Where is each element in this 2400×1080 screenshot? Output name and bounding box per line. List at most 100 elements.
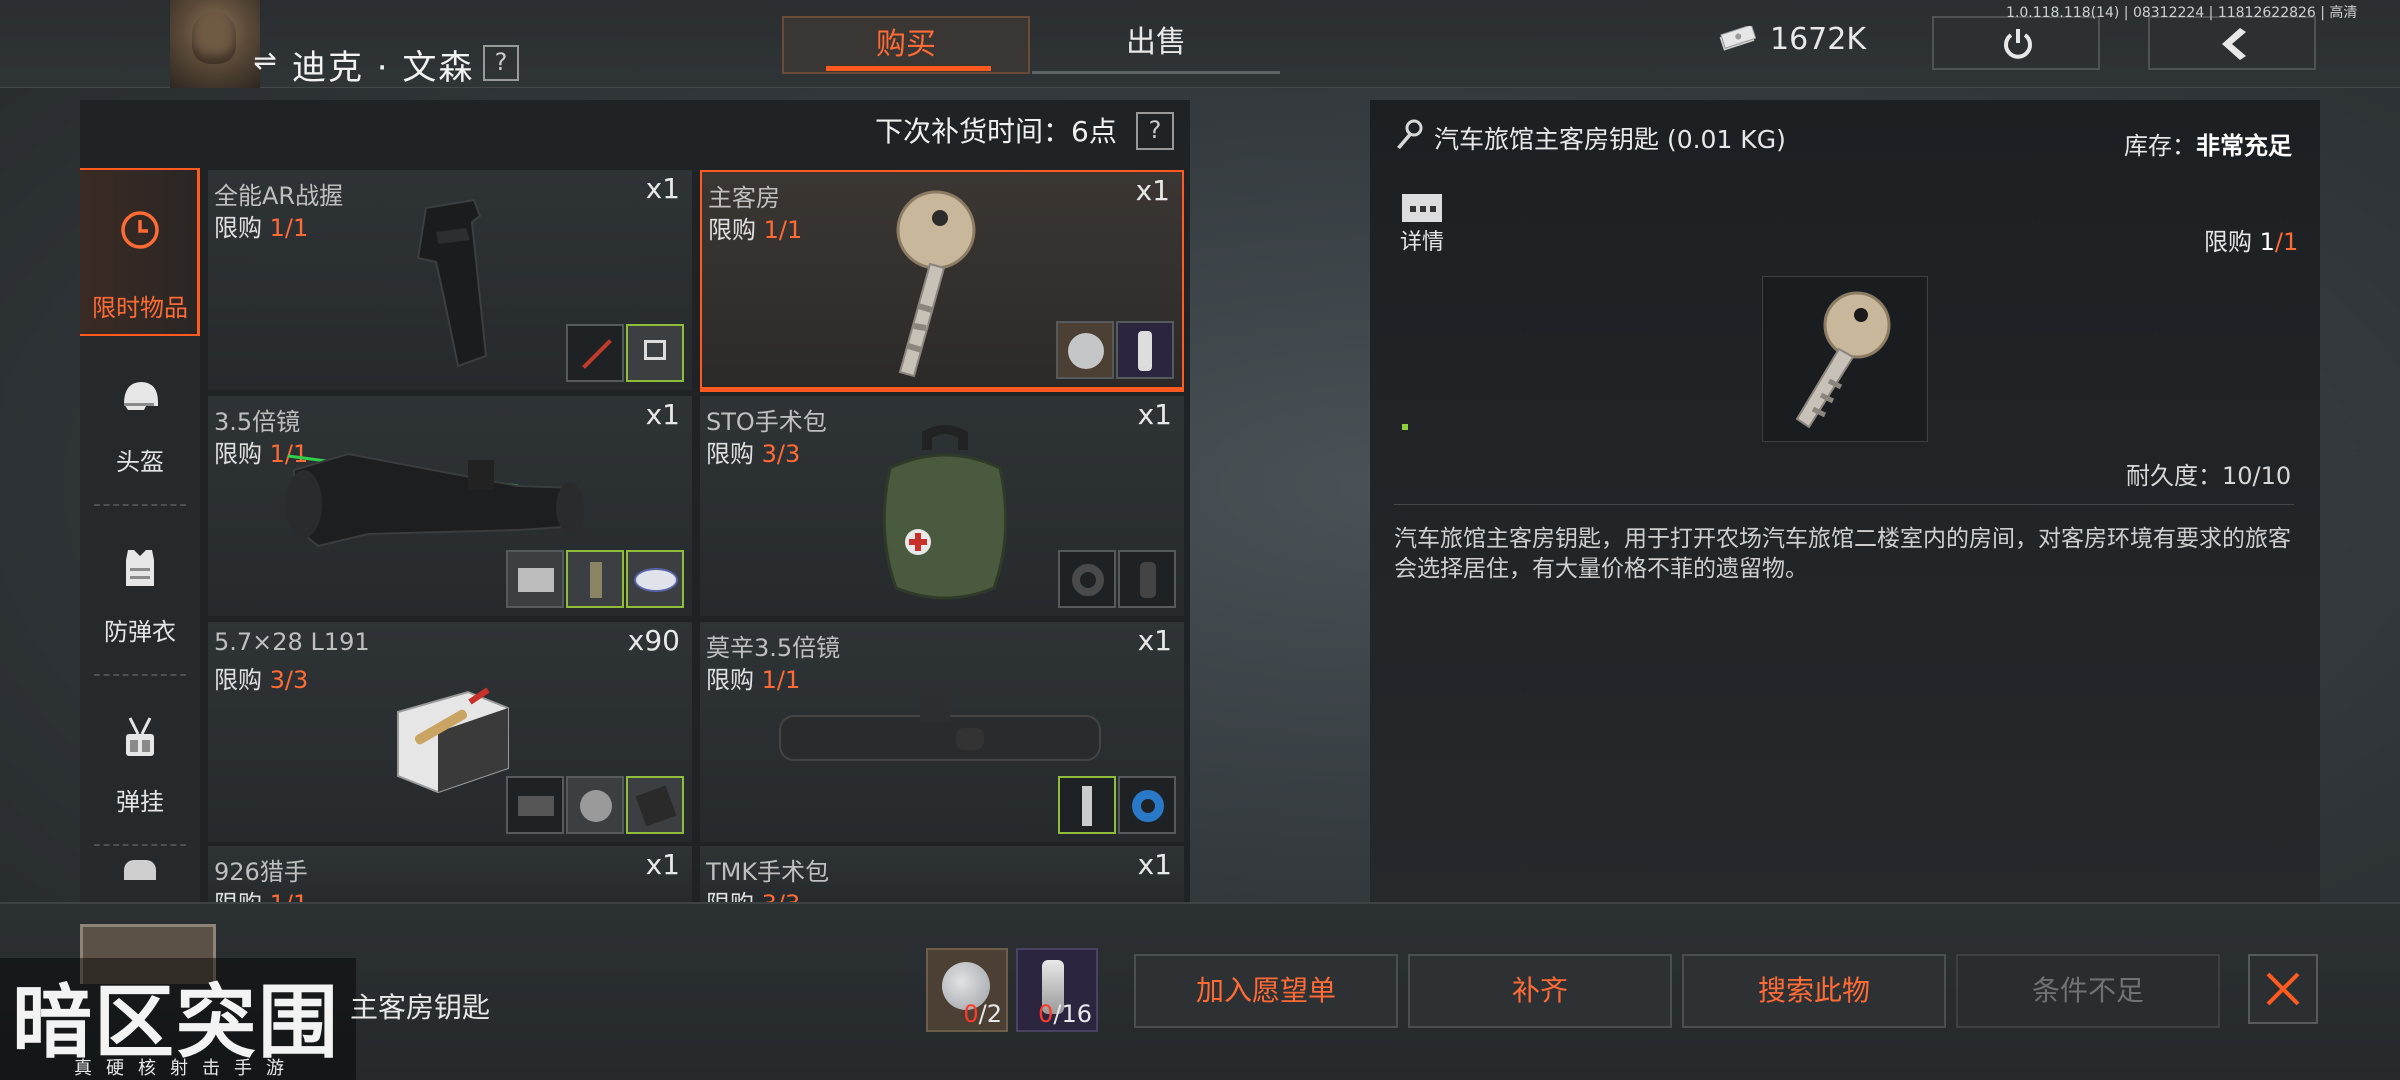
mosin-scope-icon [779,690,1101,761]
connector-part-icon[interactable] [626,324,684,382]
category-more[interactable] [80,848,200,902]
item-quantity: x1 [1137,398,1172,431]
money-value: 1672K [1770,22,1867,57]
category-label: 弹挂 [116,788,164,816]
shop-item-card[interactable]: STO手术包 限购 3/3 x1 [700,396,1184,616]
close-button[interactable] [2248,954,2318,1024]
item-name: 5.7×28 L191 [214,628,370,656]
divider [94,504,186,506]
detail-item-image [1762,276,1928,442]
battery-icon[interactable] [566,550,624,608]
detail-purchase-limit: 限购 1/1 [2204,228,2299,256]
item-quantity: x1 [1137,624,1172,657]
backpack-icon [124,860,156,880]
item-name: STO手术包 [706,408,827,436]
divider [1394,504,2294,505]
category-helmet[interactable]: 头盔 [80,338,200,506]
detail-title: 汽车旅馆主客房钥匙 (0.01 KG) [1434,125,1786,154]
compatible-slots [1058,776,1176,834]
item-limit: 限购 3/3 [706,440,801,468]
category-label: 头盔 [116,448,164,476]
cash-stack-icon [1718,24,1757,52]
category-chest-rig[interactable]: 弹挂 [80,678,200,846]
category-rail: 限时物品 头盔 防弹衣 弹挂 [80,168,200,902]
details-button[interactable]: 详情 [1400,194,1448,255]
power-icon [2004,29,2032,59]
shop-item-card-selected[interactable]: 主客房 限购 1/1 x1 [700,170,1184,392]
chevron-left-icon [2222,28,2246,60]
restock-time: 下次补货时间：6点 [875,115,1117,148]
trader-avatar[interactable] [170,0,260,88]
item-detail-panel [1370,100,2320,902]
item-name: 全能AR战握 [214,182,344,210]
requirement-coin-tin[interactable]: 0/2 [926,948,1008,1032]
category-limited-items[interactable]: 限时物品 [80,168,200,336]
add-to-wishlist-button[interactable]: 加入愿望单 [1134,954,1398,1028]
shop-item-card[interactable]: 5.7×28 L191 限购 3/3 x90 [208,622,692,842]
item-quantity: x1 [645,398,680,431]
item-quantity: x1 [1137,848,1172,881]
stock-status: 库存：非常充足 [2124,132,2292,160]
chest-rig-icon [126,717,154,756]
divider [94,674,186,676]
pistol-grip-icon [416,198,488,368]
shop-item-card[interactable]: 3.5倍镜 限购 1/1 x1 [208,396,692,616]
helmet-icon [124,382,158,410]
category-body-armor[interactable]: 防弹衣 [80,508,200,676]
item-quantity: x1 [645,848,680,881]
item-quantity: x1 [645,172,680,205]
compatible-slots [506,776,684,834]
item-limit: 限购 1/1 [214,884,308,902]
vest-icon [126,550,154,586]
tape-roll-icon[interactable] [1058,550,1116,608]
restock-help-button[interactable]: ? [1136,112,1174,150]
compatible-slots [1058,550,1176,608]
item-quantity: x90 [627,624,680,657]
shop-item-card[interactable]: 莫辛3.5倍镜 限购 1/1 x1 [700,622,1184,842]
category-label: 防弹衣 [104,618,176,646]
trader-help-button[interactable]: ? [483,45,519,81]
game-logo-subtitle: 真硬核射击手游 [74,1058,298,1079]
pouch-icon[interactable] [626,776,684,834]
search-item-button[interactable]: 搜索此物 [1682,954,1946,1028]
restock-fill-button[interactable]: 补齐 [1408,954,1672,1028]
requirement-count: 0/2 [963,1000,1002,1028]
inhaler-icon[interactable] [1116,321,1174,379]
key-icon [1795,291,1891,429]
clock-icon [121,211,159,249]
coin-tin-icon[interactable] [1056,321,1114,379]
requirement-count: 0/16 [1038,1000,1092,1028]
surgical-kit-icon [882,425,1008,600]
item-limit: 限购 3/3 [706,884,800,902]
lens-disc-icon[interactable] [626,550,684,608]
more-dots-icon [1402,194,1442,222]
item-limit: 限购 3/3 [214,666,309,694]
compatible-slots [1056,321,1174,379]
power-button[interactable] [1932,16,2100,70]
version-text: 1.0.118.118(14) | 08312224 | 11812622826… [2006,5,2358,21]
shop-item-card[interactable]: 926猎手 限购 1/1 x1 [208,846,692,902]
bottle-icon[interactable] [1118,550,1176,608]
electronics-box-icon[interactable] [506,776,564,834]
buy-button-disabled[interactable]: 条件不足 [1956,954,2220,1028]
shop-item-card[interactable]: 全能AR战握 限购 1/1 x1 [208,170,692,390]
compatible-slots [566,324,684,382]
item-limit: 限购 1/1 [708,216,803,244]
tab-sell[interactable]: 出售 [1032,16,1280,74]
item-name: 主客房 [708,184,780,212]
swap-arrows-icon[interactable]: ⇌ [248,44,282,78]
item-limit: 限购 1/1 [214,214,309,242]
trader-name: 迪克 · 文森 [292,48,475,88]
blue-tape-icon[interactable] [1118,776,1176,834]
shop-item-card[interactable]: TMK手术包 限购 3/3 x1 [700,846,1184,902]
circuit-board-icon[interactable] [506,550,564,608]
coin-icon[interactable] [566,776,624,834]
key-icon [1397,119,1423,149]
requirement-inhaler[interactable]: 0/16 [1016,948,1098,1032]
screwdriver-icon[interactable] [566,324,624,382]
divider [94,844,186,846]
status-dot [1402,424,1408,430]
inhaler-icon[interactable] [1058,776,1116,834]
back-button[interactable] [2148,16,2316,70]
compatible-slots [506,550,684,608]
